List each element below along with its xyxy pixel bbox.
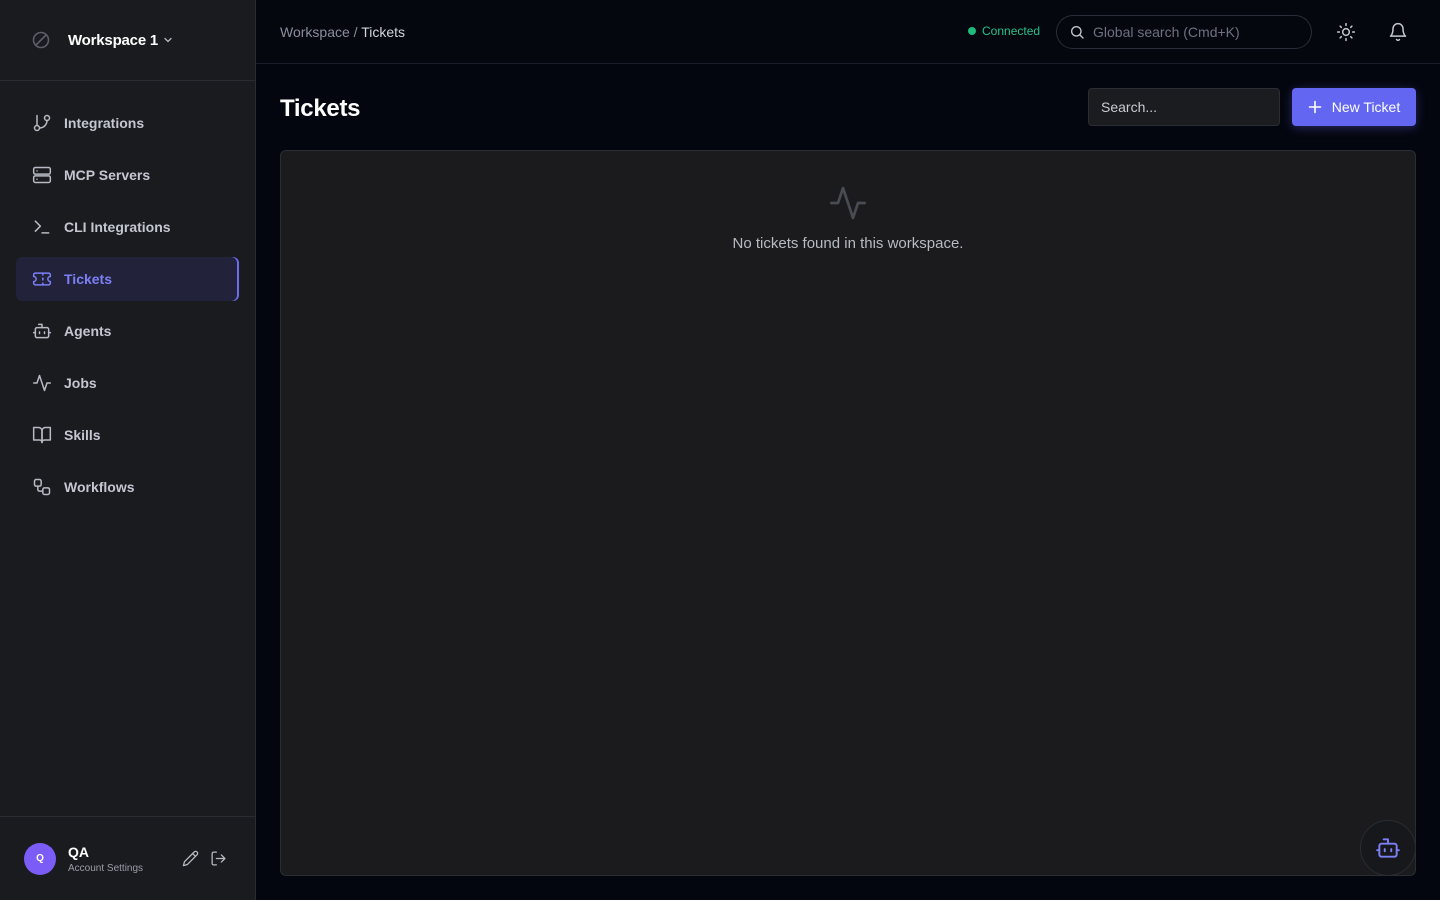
search-icon — [1069, 24, 1085, 40]
log-out-icon[interactable] — [208, 849, 228, 869]
empty-state-text: No tickets found in this workspace. — [732, 235, 964, 252]
chevron-down-icon — [163, 35, 173, 45]
empty-state: No tickets found in this workspace. — [281, 183, 1415, 252]
status-dot-icon — [968, 27, 976, 35]
breadcrumb: Workspace / Tickets — [280, 24, 405, 40]
book-open-icon — [32, 425, 52, 445]
new-ticket-label: New Ticket — [1331, 99, 1401, 115]
git-branch-icon — [32, 113, 52, 133]
breadcrumb-separator: / — [353, 24, 358, 40]
sidebar: Workspace 1 Integrations MCP Servers CLI… — [0, 0, 256, 900]
workspace-switcher[interactable]: Workspace 1 — [0, 0, 255, 81]
status-text: Connected — [982, 24, 1041, 38]
topbar: Workspace / Tickets Connected — [256, 0, 1440, 64]
user-meta[interactable]: QA Account Settings — [68, 844, 172, 874]
tickets-panel: No tickets found in this workspace. — [280, 150, 1416, 876]
activity-icon — [32, 373, 52, 393]
page-title: Tickets — [280, 95, 361, 122]
new-ticket-button[interactable]: New Ticket — [1292, 88, 1416, 126]
bell-icon[interactable] — [1386, 20, 1410, 44]
avatar[interactable]: Q — [24, 842, 56, 875]
slash-circle-icon — [30, 29, 52, 51]
server-icon — [32, 165, 52, 185]
app-root: Workspace 1 Integrations MCP Servers CLI… — [0, 0, 1440, 900]
sidebar-item-label: Integrations — [64, 115, 145, 131]
connection-status: Connected — [968, 24, 1040, 38]
sidebar-item-label: Jobs — [64, 375, 97, 391]
terminal-icon — [32, 217, 52, 237]
sidebar-item-tickets[interactable]: Tickets — [16, 257, 239, 301]
plus-icon — [1308, 100, 1322, 114]
sidebar-item-mcp-servers[interactable]: MCP Servers — [16, 153, 239, 197]
pencil-icon[interactable] — [180, 849, 200, 869]
user-footer: Q QA Account Settings — [0, 816, 255, 900]
sidebar-item-label: Skills — [64, 427, 101, 443]
breadcrumb-root[interactable]: Workspace — [280, 24, 350, 40]
account-settings-link[interactable]: Account Settings — [68, 863, 172, 874]
sidebar-item-cli-integrations[interactable]: CLI Integrations — [16, 205, 239, 249]
user-name: QA — [68, 843, 89, 860]
sidebar-item-label: MCP Servers — [64, 167, 151, 183]
sidebar-item-label: CLI Integrations — [64, 219, 171, 235]
sun-icon[interactable] — [1334, 20, 1358, 44]
activity-icon — [281, 183, 1415, 223]
sidebar-item-label: Tickets — [64, 271, 112, 287]
sidebar-item-label: Agents — [64, 323, 112, 339]
sidebar-item-agents[interactable]: Agents — [16, 309, 239, 353]
bot-icon — [32, 321, 52, 341]
assistant-bot-button[interactable] — [1360, 820, 1416, 876]
ticket-search-input[interactable] — [1088, 88, 1280, 126]
sidebar-item-workflows[interactable]: Workflows — [16, 465, 239, 509]
bot-icon — [1375, 835, 1401, 861]
workflow-icon — [32, 477, 52, 497]
sidebar-item-label: Workflows — [64, 479, 135, 495]
sidebar-nav: Integrations MCP Servers CLI Integration… — [0, 81, 255, 509]
sidebar-item-jobs[interactable]: Jobs — [16, 361, 239, 405]
ticket-icon — [32, 269, 52, 289]
sidebar-item-skills[interactable]: Skills — [16, 413, 239, 457]
workspace-name: Workspace 1 — [68, 31, 159, 49]
global-search-input[interactable] — [1093, 24, 1303, 40]
breadcrumb-current: Tickets — [361, 24, 406, 40]
sidebar-item-integrations[interactable]: Integrations — [16, 101, 239, 145]
global-search[interactable] — [1056, 15, 1312, 49]
main-content: Tickets New Ticket No tickets found in t… — [256, 64, 1440, 900]
